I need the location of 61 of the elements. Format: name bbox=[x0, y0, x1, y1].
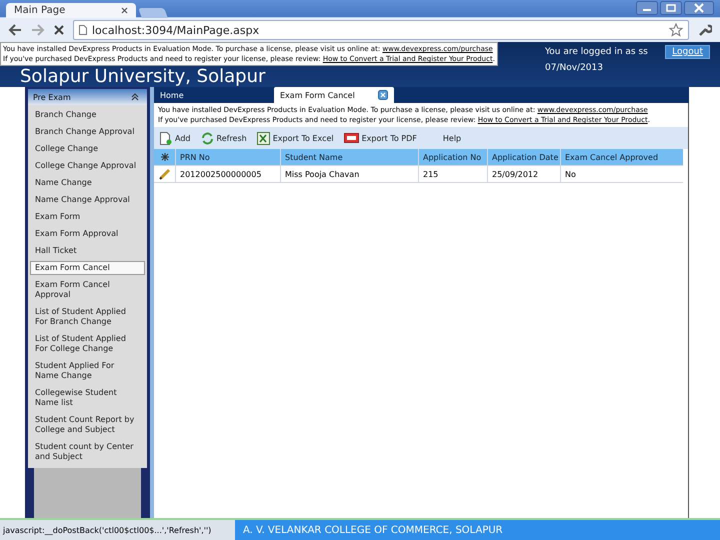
column-header[interactable]: Student Name bbox=[281, 149, 419, 165]
tab[interactable]: Home bbox=[154, 87, 274, 103]
pdf-button[interactable]: Export To PDF bbox=[344, 133, 417, 143]
maximize-icon[interactable] bbox=[660, 1, 682, 15]
column-header[interactable]: Application No bbox=[419, 149, 488, 165]
close-icon[interactable] bbox=[121, 7, 128, 14]
sidebar-item[interactable]: Student Count Report by College and Subject bbox=[30, 413, 145, 437]
pencil-icon[interactable] bbox=[158, 168, 170, 180]
table-cell: 2012002500000005 bbox=[176, 166, 281, 182]
site-title: Solapur University, Solapur bbox=[19, 67, 266, 87]
asterisk-icon bbox=[160, 153, 168, 161]
wrench-icon[interactable] bbox=[698, 23, 712, 37]
excel-button[interactable]: Export To Excel bbox=[256, 132, 334, 144]
sidebar-item[interactable]: Exam Form Cancel Approval bbox=[30, 278, 145, 302]
sidebar-item[interactable]: Branch Change Approval bbox=[30, 125, 145, 139]
browser-tab[interactable]: Main Page bbox=[6, 3, 136, 18]
date-text: 07/Nov/2013 bbox=[545, 63, 604, 73]
sidebar-title: Pre Exam bbox=[33, 92, 71, 102]
sidebar-item[interactable]: Student Applied For Name Change bbox=[30, 359, 145, 383]
status-url: javascript:__doPostBack('ctl00$ctl00$...','Refresh','') bbox=[0, 520, 235, 540]
refresh-icon bbox=[200, 132, 214, 144]
document-plus-icon bbox=[160, 132, 172, 144]
column-header[interactable]: PRN No bbox=[176, 149, 281, 165]
help-button[interactable]: Help bbox=[426, 134, 462, 142]
address-bar[interactable]: localhost:3094/MainPage.aspx bbox=[73, 20, 689, 40]
sidebar-item[interactable]: Exam Form bbox=[30, 210, 145, 224]
refresh-button[interactable]: Refresh bbox=[200, 132, 247, 144]
add-button[interactable]: Add bbox=[160, 132, 190, 144]
minimize-icon[interactable] bbox=[636, 1, 658, 15]
table-cell: Miss Pooja Chavan bbox=[281, 166, 419, 182]
close-icon[interactable] bbox=[378, 90, 388, 100]
close-icon[interactable] bbox=[684, 1, 714, 15]
sidebar-item[interactable]: Exam Form Cancel bbox=[30, 261, 145, 275]
sidebar-item[interactable]: Name Change Approval bbox=[30, 193, 145, 207]
sidebar-item[interactable]: College Change bbox=[30, 142, 145, 156]
sidebar-item[interactable]: Branch Change bbox=[30, 108, 145, 122]
table-cell: 215 bbox=[419, 166, 488, 182]
sidebar-item[interactable]: List of Student Applied For College Change bbox=[30, 332, 145, 356]
logged-in-text: You are logged in as ss bbox=[545, 47, 648, 57]
column-header[interactable]: Application Date bbox=[488, 149, 561, 165]
sidebar-header[interactable]: Pre Exam bbox=[28, 89, 147, 105]
star-icon[interactable] bbox=[669, 23, 683, 37]
table-cell: 25/09/2012 bbox=[488, 166, 561, 182]
sidebar-item[interactable]: Hall Ticket bbox=[30, 244, 145, 258]
sidebar-item[interactable]: List of Student Applied For Branch Change bbox=[30, 305, 145, 329]
sidebar-item[interactable]: College Change Approval bbox=[30, 159, 145, 173]
document-icon bbox=[344, 133, 359, 143]
tab[interactable]: Exam Form Cancel bbox=[274, 87, 394, 103]
logout-button[interactable]: Logout bbox=[665, 45, 710, 59]
stop-icon[interactable] bbox=[54, 25, 64, 35]
footer-text: A. V. VELANKAR COLLEGE OF COMMERCE, SOLAPUR bbox=[243, 524, 503, 536]
sidebar-item[interactable]: Exam Form Approval bbox=[30, 227, 145, 241]
page-icon bbox=[79, 25, 87, 35]
sidebar-item[interactable]: Collegewise Student Name list bbox=[30, 386, 145, 410]
collapse-icon[interactable] bbox=[131, 93, 139, 101]
table-cell-text: No bbox=[564, 168, 577, 180]
column-header[interactable]: Exam Cancel Approved bbox=[561, 149, 683, 165]
back-icon[interactable] bbox=[8, 24, 22, 36]
sidebar-item[interactable]: Name Change bbox=[30, 176, 145, 190]
sidebar-item[interactable]: Student count by Center and Subject bbox=[30, 440, 145, 464]
spreadsheet-icon bbox=[256, 132, 270, 144]
